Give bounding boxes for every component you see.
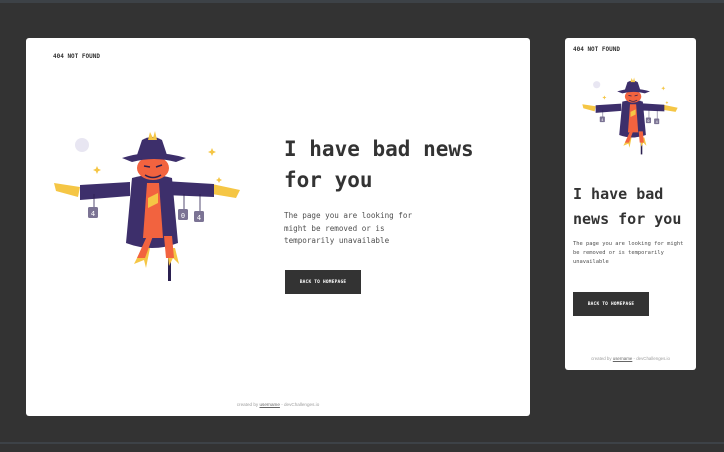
top-divider	[0, 0, 724, 3]
footer-credit: created by username - devChallenges.io	[26, 402, 530, 407]
bottom-divider	[0, 442, 724, 444]
scarecrow-illustration: 4 0 4	[582, 77, 678, 155]
footer-username-link[interactable]: username	[613, 356, 633, 361]
page-description: The page you are looking for might be re…	[284, 211, 413, 245]
brand-title: 404 NOT FOUND	[573, 46, 620, 53]
footer-suffix: - devChallenges.io	[279, 402, 320, 407]
back-to-homepage-button[interactable]: BACK TO HOMEPAGE	[285, 270, 361, 294]
footer-credit: created by username - devChallenges.io	[565, 356, 696, 361]
page-heading: I have bad news for you	[284, 137, 474, 192]
scarecrow-icon: 4 0 4	[582, 77, 678, 155]
scarecrow-icon: 4 0 4	[54, 131, 240, 281]
scarecrow-illustration: 4 0 4	[54, 131, 240, 281]
page-description: The page you are looking for might be re…	[573, 241, 684, 265]
back-to-homepage-button[interactable]: BACK TO HOMEPAGE	[573, 292, 649, 316]
sign-digit: 4	[197, 214, 201, 222]
desktop-preview-card: 404 NOT FOUND 4 0 4 I have bad news for …	[26, 38, 530, 416]
footer-username-link[interactable]: username	[259, 402, 279, 407]
sign-digit: 0	[647, 119, 649, 123]
sign-digit: 0	[181, 212, 185, 220]
footer-prefix: created by	[591, 356, 613, 361]
footer-suffix: - devChallenges.io	[632, 356, 670, 361]
page-heading: I have bad news for you	[573, 185, 682, 228]
brand-title: 404 NOT FOUND	[53, 53, 100, 60]
sign-digit: 4	[656, 120, 658, 124]
mobile-preview-card: 404 NOT FOUND 4 0 4 I have bad news for …	[565, 38, 696, 370]
footer-prefix: created by	[236, 402, 260, 407]
sign-digit: 4	[91, 210, 95, 218]
sign-digit: 4	[601, 118, 603, 122]
